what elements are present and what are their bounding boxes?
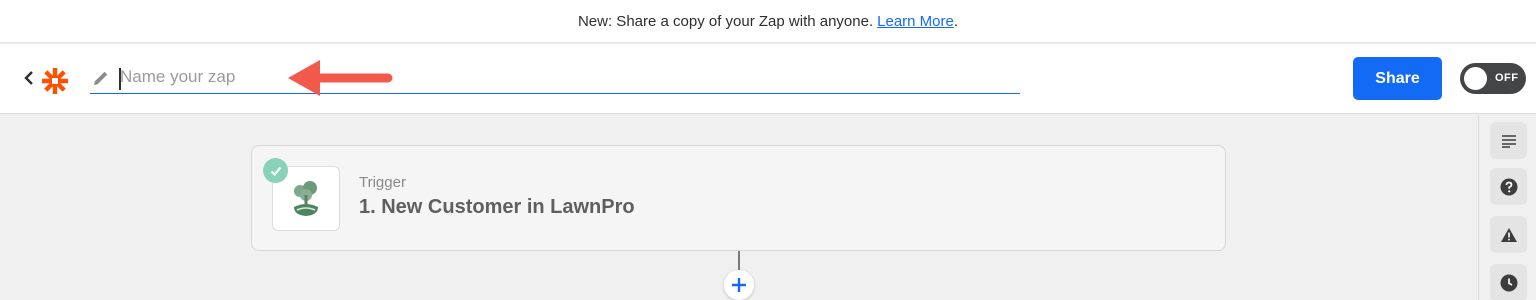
learn-more-link[interactable]: Learn More [877, 13, 954, 30]
history-button[interactable] [1490, 264, 1527, 300]
warnings-button[interactable] [1490, 216, 1527, 253]
step-title: 1. New Customer in LawnPro [359, 196, 635, 218]
pencil-icon [94, 71, 108, 85]
share-button[interactable]: Share [1353, 57, 1442, 100]
toggle-knob [1464, 67, 1487, 90]
announcement-banner: New: Share a copy of your Zap with anyon… [0, 0, 1536, 43]
right-sidebar [1478, 115, 1536, 300]
zap-canvas: Trigger 1. New Customer in LawnPro [0, 115, 1478, 300]
annotation-arrow-icon [288, 60, 393, 96]
details-button[interactable] [1490, 122, 1527, 159]
trigger-step-card[interactable]: Trigger 1. New Customer in LawnPro [251, 145, 1226, 251]
help-question-icon [1500, 178, 1517, 195]
toggle-state-label: OFF [1495, 72, 1519, 84]
warning-triangle-icon [1500, 227, 1517, 242]
zap-on-off-toggle[interactable]: OFF [1460, 63, 1526, 94]
zap-name-input[interactable] [90, 60, 1020, 94]
details-lines-icon [1501, 134, 1516, 148]
check-icon [263, 158, 288, 183]
zapier-logo-icon[interactable] [40, 66, 70, 96]
chevron-left-icon[interactable] [22, 68, 36, 88]
banner-suffix: . [953, 12, 959, 30]
step-type-label: Trigger [359, 174, 406, 191]
lawnpro-tree-icon [294, 180, 318, 216]
text-caret [119, 68, 121, 90]
plus-icon [732, 278, 746, 292]
add-step-button[interactable] [724, 270, 754, 300]
editor-header: Share OFF [0, 44, 1536, 114]
help-button[interactable] [1490, 168, 1527, 205]
step-connector [738, 251, 740, 271]
banner-text: New: Share a copy of your Zap with anyon… [577, 12, 874, 30]
history-clock-icon [1500, 274, 1517, 291]
